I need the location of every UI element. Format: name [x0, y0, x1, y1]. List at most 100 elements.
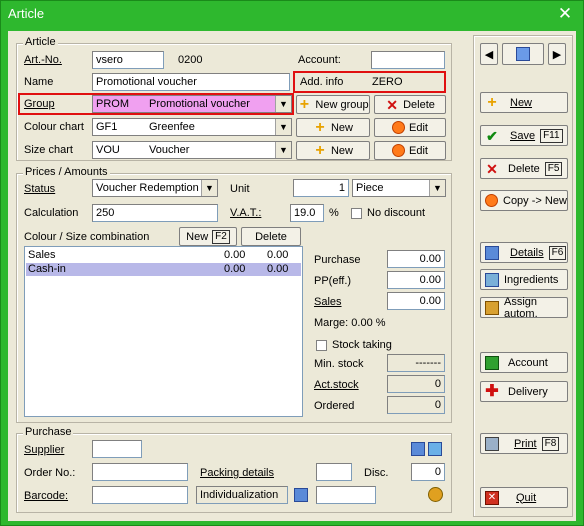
- size-chart-select[interactable]: VOU Voucher ▼: [92, 141, 292, 159]
- plus-icon: +: [315, 141, 325, 159]
- stock-taking-checkbox[interactable]: [316, 340, 327, 351]
- discount-label: Disc.: [364, 467, 389, 479]
- combination-delete-label: Delete: [255, 230, 287, 243]
- name-field[interactable]: Promotional voucher: [92, 73, 290, 91]
- record-list-button[interactable]: [502, 43, 544, 65]
- next-button[interactable]: ▶: [548, 43, 566, 65]
- account-field[interactable]: [371, 51, 445, 69]
- purchase-price-field[interactable]: 0.00: [387, 250, 445, 268]
- status-select[interactable]: Voucher Redemption ▼: [92, 179, 218, 197]
- print-button[interactable]: Print F8: [480, 433, 568, 454]
- previous-button[interactable]: ◀: [480, 43, 498, 65]
- check-icon: ✔: [486, 127, 498, 144]
- row-value-2: 0.00: [267, 263, 289, 275]
- combination-delete-button[interactable]: Delete: [241, 227, 301, 246]
- assign-label: Assign autom.: [504, 295, 538, 320]
- art-no-field[interactable]: vsero: [92, 51, 164, 69]
- add-info-label: Add. info: [300, 76, 344, 88]
- list-row-sales[interactable]: Sales 0.00 0.00: [26, 249, 301, 262]
- delivery-label: Delivery: [508, 385, 548, 398]
- colour-new-button[interactable]: + New: [296, 118, 370, 137]
- assign-button[interactable]: Assign autom.: [480, 295, 568, 320]
- chevron-down-icon[interactable]: ▼: [201, 180, 217, 196]
- unit-quantity-field[interactable]: 1: [293, 179, 349, 197]
- row-name: Sales: [28, 249, 56, 261]
- no-discount-label: No discount: [367, 207, 426, 219]
- chevron-down-icon[interactable]: ▼: [275, 119, 291, 135]
- chevron-down-icon[interactable]: ▼: [275, 96, 291, 112]
- barcode-label: Barcode:: [24, 490, 69, 502]
- chevron-down-icon[interactable]: ▼: [429, 180, 445, 196]
- combination-new-button[interactable]: New F2: [179, 227, 237, 246]
- close-icon[interactable]: ✕: [553, 3, 577, 25]
- combination-list[interactable]: Sales 0.00 0.00 Cash-in 0.00 0.00: [24, 246, 303, 417]
- packing-details-field[interactable]: [316, 463, 352, 481]
- account-label: Account: [508, 356, 548, 369]
- quit-label: Quit: [516, 491, 537, 504]
- delivery-button[interactable]: ✚ Delivery: [480, 381, 568, 402]
- chevron-down-icon[interactable]: ▼: [275, 142, 291, 158]
- delete-group-button[interactable]: ✕ Delete: [374, 95, 446, 114]
- order-no-field[interactable]: [92, 463, 188, 481]
- new-group-button[interactable]: + New group: [296, 95, 370, 114]
- size-edit-label: Edit: [409, 144, 428, 157]
- color-wheel-icon[interactable]: [428, 487, 443, 502]
- save-button[interactable]: ✔ Save F11: [480, 125, 568, 146]
- name-label: Name: [24, 76, 54, 88]
- plus-icon: +: [299, 95, 310, 113]
- size-new-button[interactable]: + New: [296, 141, 370, 160]
- combination-label: Colour / Size combination: [24, 231, 150, 243]
- colour-chart-label: Colour chart: [24, 121, 84, 133]
- unit-type-select[interactable]: Piece ▼: [352, 179, 446, 197]
- supplier-lookup-icon[interactable]: [411, 442, 425, 456]
- pp-eff-field[interactable]: 0.00: [387, 271, 445, 289]
- size-name: Voucher: [149, 144, 190, 156]
- supplier-field[interactable]: [92, 440, 142, 458]
- group-select[interactable]: PROM Promotional voucher ▼: [92, 95, 292, 113]
- colour-chart-select[interactable]: GF1 Greenfee ▼: [92, 118, 292, 136]
- details-button[interactable]: Details F6: [480, 242, 568, 263]
- calculation-field[interactable]: 250: [92, 204, 218, 222]
- vat-field[interactable]: 19.0: [290, 204, 324, 222]
- no-discount-checkbox[interactable]: [351, 208, 362, 219]
- barcode-extra-field[interactable]: [316, 486, 376, 504]
- size-new-label: New: [330, 144, 353, 157]
- add-info-field[interactable]: ZERO: [369, 74, 443, 92]
- printer-icon: [485, 436, 499, 451]
- colour-name: Greenfee: [149, 121, 195, 133]
- barcode-field[interactable]: [92, 486, 188, 504]
- copy-new-label: Copy -> New: [503, 194, 567, 207]
- plus-icon: +: [315, 118, 325, 136]
- order-no-label: Order No.:: [24, 467, 76, 479]
- plus-icon: +: [487, 93, 497, 111]
- panel-delete-button[interactable]: ✕ Delete F5: [480, 158, 568, 179]
- search-icon[interactable]: [428, 442, 442, 456]
- ingredients-button[interactable]: Ingredients: [480, 269, 568, 290]
- copy-new-button[interactable]: Copy -> New: [480, 190, 568, 211]
- individualization-icon[interactable]: [294, 488, 308, 502]
- quit-icon: ✕: [485, 490, 499, 505]
- delete-icon: ✕: [486, 160, 498, 177]
- min-stock-label: Min. stock: [314, 358, 364, 370]
- panel-delete-label: Delete: [508, 162, 540, 175]
- delivery-icon: ✚: [485, 382, 499, 400]
- ordered-field: 0: [387, 396, 445, 414]
- supplier-label: Supplier: [24, 444, 65, 456]
- size-edit-button[interactable]: Edit: [374, 141, 446, 160]
- quit-button[interactable]: ✕ Quit: [480, 487, 568, 508]
- purchase-legend: Purchase: [23, 426, 74, 438]
- panel-new-button[interactable]: + New: [480, 92, 568, 113]
- status-value: Voucher Redemption: [96, 182, 199, 194]
- colour-edit-button[interactable]: Edit: [374, 118, 446, 137]
- details-icon: [485, 245, 499, 260]
- size-code: VOU: [96, 144, 120, 156]
- details-label: Details: [510, 246, 544, 259]
- individualization-field[interactable]: Individualization: [196, 486, 288, 504]
- f11-key: F11: [540, 128, 563, 143]
- prices-legend: Prices / Amounts: [23, 166, 110, 178]
- stock-taking-label: Stock taking: [332, 339, 392, 351]
- sales-price-field[interactable]: 0.00: [387, 292, 445, 310]
- account-button[interactable]: Account: [480, 352, 568, 373]
- list-row-cash-in[interactable]: Cash-in 0.00 0.00: [26, 263, 301, 276]
- discount-field[interactable]: 0: [411, 463, 445, 481]
